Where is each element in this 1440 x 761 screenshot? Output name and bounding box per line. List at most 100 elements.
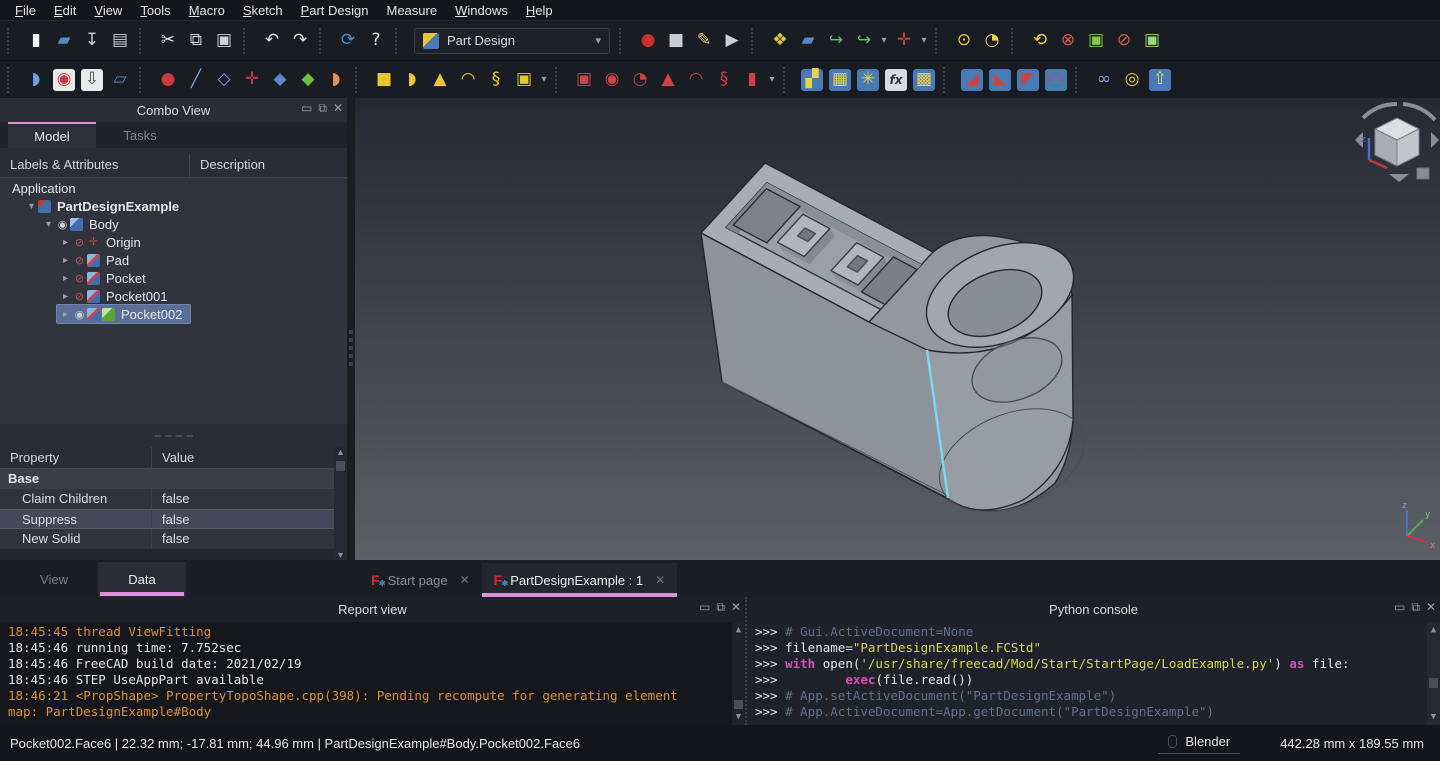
expander-icon[interactable]: ▸ bbox=[59, 237, 72, 248]
report-view-log[interactable]: 18:45:45 thread ViewFitting18:45:46 runn… bbox=[0, 622, 745, 725]
tree-item-partdesignexample[interactable]: ▾PartDesignExample bbox=[0, 197, 347, 215]
redo-button[interactable]: ↷ bbox=[286, 27, 314, 55]
measure-angular-button[interactable]: ◔ bbox=[978, 27, 1006, 55]
mirrored-button[interactable]: ▞ bbox=[798, 66, 826, 94]
menu-measure[interactable]: Measure bbox=[378, 1, 447, 20]
float-icon[interactable]: ⧉ bbox=[1411, 600, 1420, 615]
menu-tools[interactable]: Tools bbox=[131, 1, 179, 20]
tree-item-body[interactable]: ▾◉Body bbox=[0, 215, 347, 233]
measure-toggle-text-button[interactable]: ▣ bbox=[1138, 27, 1166, 55]
property-row-claim-children[interactable]: Claim Childrenfalse bbox=[0, 489, 347, 509]
toolbar-separator[interactable] bbox=[1075, 67, 1083, 93]
refresh-button[interactable]: ⟳ bbox=[334, 27, 362, 55]
fillet-button[interactable]: ◢ bbox=[958, 66, 986, 94]
hole-button[interactable]: ◉ bbox=[598, 66, 626, 94]
close-icon[interactable]: ✕ bbox=[1426, 600, 1436, 615]
thickness-button[interactable]: ▢ bbox=[1042, 66, 1070, 94]
scaled-pattern-button[interactable]: ▩ bbox=[910, 66, 938, 94]
expander-icon[interactable]: ▾ bbox=[42, 219, 55, 230]
macro-record-button[interactable]: ● bbox=[634, 27, 662, 55]
expander-icon[interactable]: ▸ bbox=[59, 255, 72, 266]
toolbar-separator[interactable] bbox=[555, 67, 563, 93]
revolution-button[interactable]: ◗ bbox=[398, 66, 426, 94]
tab-tasks[interactable]: Tasks bbox=[96, 122, 184, 148]
whats-this-button[interactable]: ? bbox=[362, 27, 390, 55]
datum-line-button[interactable]: ╱ bbox=[182, 66, 210, 94]
expander-icon[interactable]: ▾ bbox=[25, 201, 38, 212]
datum-point-button[interactable]: ● bbox=[154, 66, 182, 94]
toolbar-separator[interactable] bbox=[751, 28, 759, 54]
boolean-cut-button[interactable]: ◎ bbox=[1118, 66, 1146, 94]
make-group-button[interactable]: ▰ bbox=[794, 27, 822, 55]
menu-windows[interactable]: Windows bbox=[446, 1, 517, 20]
mdi-tab-start-page[interactable]: F✱Start page✕ bbox=[359, 563, 482, 597]
copy-button[interactable]: ⧉ bbox=[182, 27, 210, 55]
clone-button[interactable]: ◆ bbox=[294, 66, 322, 94]
toolbar-separator[interactable] bbox=[139, 67, 147, 93]
property-group-base[interactable]: Base bbox=[0, 469, 347, 489]
dock-icon[interactable]: ▭ bbox=[301, 101, 312, 116]
menu-sketch[interactable]: Sketch bbox=[234, 1, 292, 20]
datum-plane-button[interactable]: ◇ bbox=[210, 66, 238, 94]
tree-item-pocket[interactable]: ▸⊘Pocket bbox=[0, 269, 347, 287]
print-button[interactable]: ▤ bbox=[106, 27, 134, 55]
property-value[interactable]: false bbox=[152, 529, 347, 549]
python-console-input[interactable]: >>> # Gui.ActiveDocument=None>>> filenam… bbox=[747, 622, 1440, 725]
additive-primitive-button[interactable]: ▣ bbox=[510, 66, 538, 94]
property-row-new-solid[interactable]: New Solidfalse bbox=[0, 529, 347, 549]
additive-dropdown-button[interactable]: ▾ bbox=[538, 66, 550, 94]
scroll-up-icon[interactable]: ▲ bbox=[1431, 622, 1436, 638]
validate-sketch-button[interactable]: ▱ bbox=[106, 66, 134, 94]
scroll-down-icon[interactable]: ▼ bbox=[336, 550, 345, 560]
create-body-button[interactable]: ◗ bbox=[22, 66, 50, 94]
dock-icon[interactable]: ▭ bbox=[1394, 600, 1405, 615]
close-icon[interactable]: ✕ bbox=[655, 573, 665, 587]
3d-scene[interactable]: z z y x bbox=[355, 98, 1440, 560]
measure-toggle-3d-button[interactable]: ⊘ bbox=[1110, 27, 1138, 55]
tree-item-origin[interactable]: ▸⊘✛Origin bbox=[0, 233, 347, 251]
subtractive-pipe-button[interactable]: ◠ bbox=[682, 66, 710, 94]
toolbar-separator[interactable] bbox=[619, 28, 627, 54]
migrate-button[interactable]: ⇧ bbox=[1146, 66, 1174, 94]
close-icon[interactable]: ✕ bbox=[333, 101, 343, 116]
property-splitter[interactable] bbox=[0, 424, 347, 447]
make-link-group-button[interactable]: ↪ bbox=[850, 27, 878, 55]
subtractive-dropdown-button[interactable]: ▾ bbox=[766, 66, 778, 94]
expander-icon[interactable]: ▸ bbox=[59, 273, 72, 284]
subtractive-loft-button[interactable]: ▲ bbox=[654, 66, 682, 94]
toolbar-separator[interactable] bbox=[319, 28, 327, 54]
toolbar-separator[interactable] bbox=[943, 67, 951, 93]
scroll-up-icon[interactable]: ▲ bbox=[336, 447, 345, 457]
axis-cross-button[interactable]: ✛ bbox=[890, 27, 918, 55]
pocket-button[interactable]: ▣ bbox=[570, 66, 598, 94]
draft-button[interactable]: ◤ bbox=[1014, 66, 1042, 94]
measure-refresh-button[interactable]: ⟲ bbox=[1026, 27, 1054, 55]
macro-play-button[interactable]: ▶ bbox=[718, 27, 746, 55]
macro-edit-button[interactable]: ✎ bbox=[690, 27, 718, 55]
nav-style-button[interactable]: Blender bbox=[1158, 732, 1240, 754]
polar-pattern-button[interactable]: ✳ bbox=[854, 66, 882, 94]
close-icon[interactable]: ✕ bbox=[731, 600, 741, 615]
3d-viewport[interactable]: z z y x bbox=[355, 98, 1440, 560]
menu-file[interactable]: File bbox=[6, 1, 45, 20]
menu-macro[interactable]: Macro bbox=[180, 1, 234, 20]
menu-help[interactable]: Help bbox=[517, 1, 562, 20]
property-value[interactable]: false bbox=[152, 510, 347, 528]
expander-icon[interactable]: ▸ bbox=[59, 291, 72, 302]
multi-transform-button[interactable]: fx bbox=[882, 66, 910, 94]
property-row-suppress[interactable]: Suppressfalse bbox=[0, 509, 347, 529]
axis-dropdown-button[interactable]: ▾ bbox=[918, 27, 930, 55]
macro-stop-button[interactable]: ■ bbox=[662, 27, 690, 55]
cut-button[interactable]: ✂ bbox=[154, 27, 182, 55]
toolbar-separator[interactable] bbox=[243, 28, 251, 54]
nav-small-cube-icon[interactable] bbox=[1417, 168, 1429, 179]
menu-view[interactable]: View bbox=[85, 1, 131, 20]
make-apart-button[interactable]: ❖ bbox=[766, 27, 794, 55]
toolbar-separator[interactable] bbox=[139, 28, 147, 54]
toolbar-separator[interactable] bbox=[395, 28, 403, 54]
map-sketch-button[interactable]: ⇩ bbox=[78, 66, 106, 94]
float-icon[interactable]: ⧉ bbox=[318, 101, 327, 116]
tab-data[interactable]: Data bbox=[98, 562, 186, 597]
additive-helix-button[interactable]: § bbox=[482, 66, 510, 94]
menu-edit[interactable]: Edit bbox=[45, 1, 85, 20]
